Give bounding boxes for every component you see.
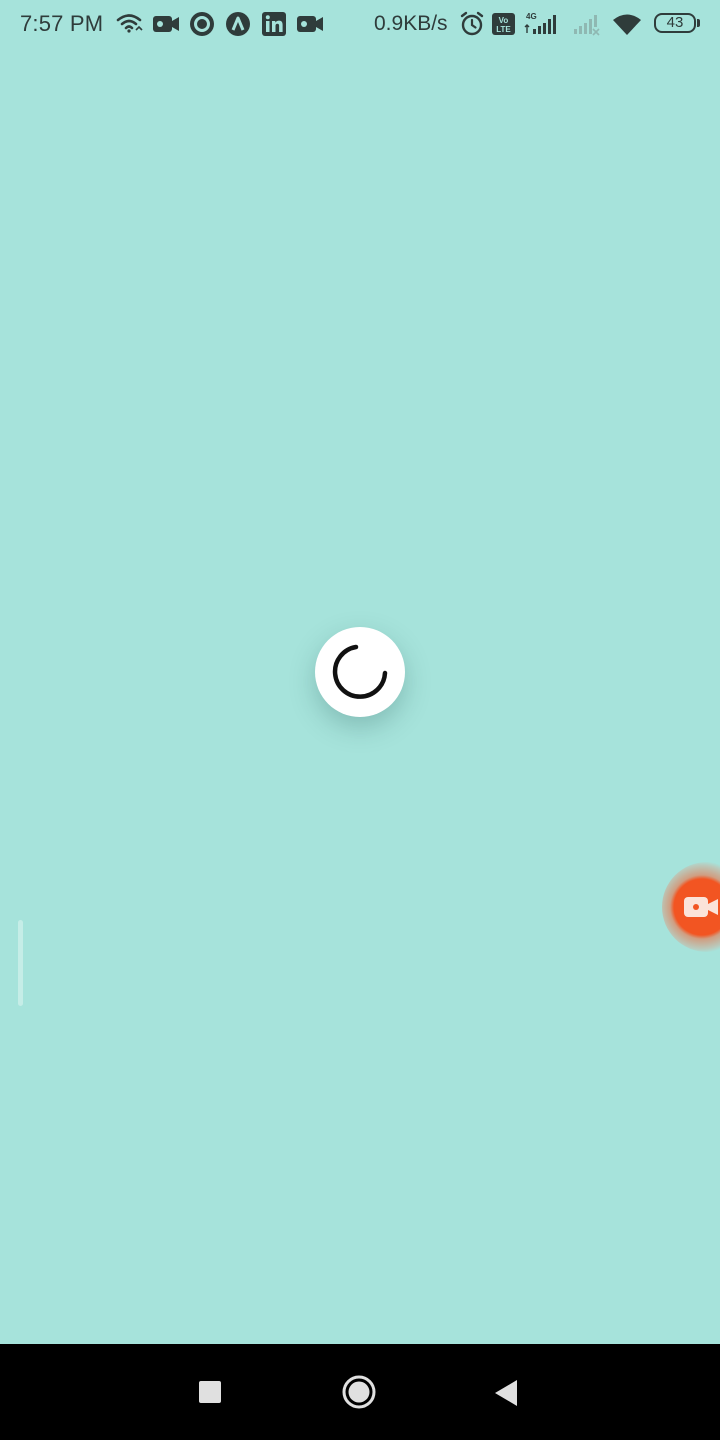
arrow-app-icon — [225, 11, 251, 37]
signal-icon: 4G — [524, 11, 566, 37]
signal-empty-icon — [572, 11, 602, 37]
back-button[interactable] — [494, 1379, 518, 1407]
loading-indicator — [315, 627, 405, 717]
wifi-icon — [611, 11, 645, 37]
volte-top-label: Vo — [499, 16, 509, 25]
recents-button[interactable] — [199, 1381, 221, 1403]
battery-icon: 43 — [654, 13, 696, 33]
navigation-bar — [0, 1344, 720, 1440]
wifi-data-icon — [116, 11, 144, 37]
battery-tip — [697, 19, 700, 27]
volte-bottom-label: LTE — [496, 25, 511, 34]
circle-app-icon — [189, 11, 215, 37]
battery-level: 43 — [666, 14, 684, 31]
network-type-label: 4G — [526, 12, 537, 21]
alarm-icon — [459, 11, 485, 37]
volte-icon: Vo LTE — [491, 11, 517, 37]
network-speed: 0.9KB/s — [374, 12, 448, 35]
spinner-icon — [332, 644, 388, 699]
screen-recorder-icon — [684, 897, 718, 917]
screen-recorder-floating-button[interactable] — [662, 862, 720, 952]
edge-scroll-handle[interactable] — [18, 920, 23, 1006]
linkedin-icon — [262, 11, 286, 37]
status-time: 7:57 PM — [20, 11, 104, 36]
video-camera-icon — [296, 11, 324, 37]
status-bar: 7:57 PM 0.9KB/s Vo LTE 4G 43 — [0, 0, 720, 50]
home-button[interactable] — [342, 1375, 376, 1409]
video-camera-icon — [152, 11, 180, 37]
